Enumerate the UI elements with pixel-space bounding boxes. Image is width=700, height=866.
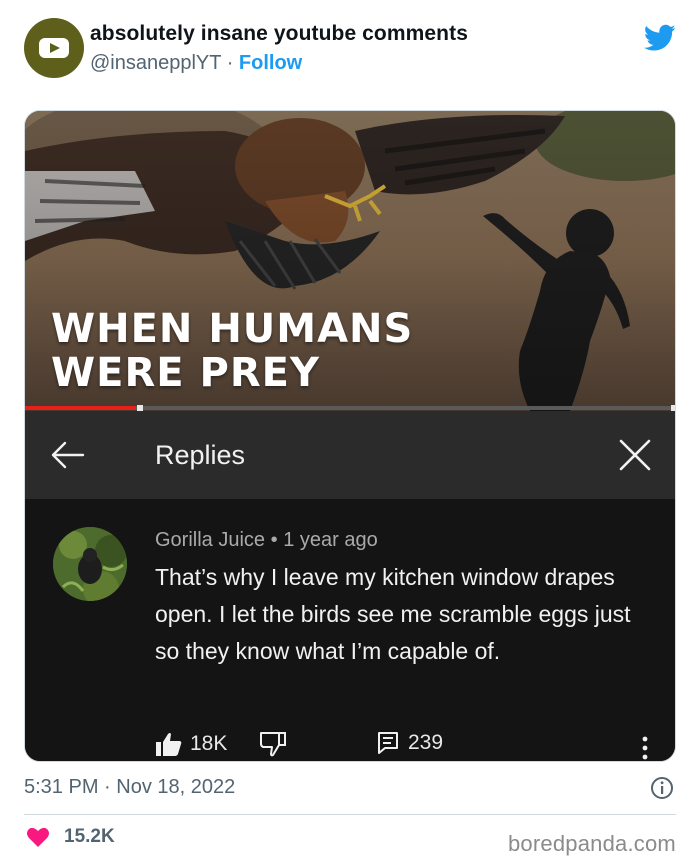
close-icon[interactable] — [617, 437, 653, 473]
more-vert-icon[interactable] — [642, 735, 648, 761]
tweet-timestamp[interactable]: 5:31 PM · Nov 18, 2022 — [24, 776, 235, 799]
like-button[interactable]: 18K — [155, 731, 227, 757]
watermark: boredpanda.com — [508, 831, 676, 856]
replies-header: Replies — [25, 411, 675, 499]
video-title: WHEN HUMANS WERE PREY — [51, 306, 414, 396]
media-card[interactable]: WHEN HUMANS WERE PREY Replies Gorilla Ju… — [24, 110, 676, 762]
twitter-bird-icon[interactable] — [644, 24, 676, 52]
handle[interactable]: @insanepplYT — [90, 52, 221, 74]
reply-count: 239 — [408, 731, 444, 754]
comment-age: 1 year ago — [283, 529, 378, 551]
handle-line: @insanepplYT · Follow — [90, 52, 468, 75]
comment: Gorilla Juice • 1 year ago That’s why I … — [25, 499, 675, 761]
reply-button[interactable]: 239 — [377, 731, 443, 755]
video-progress-fill — [25, 406, 136, 410]
video-thumbnail[interactable]: WHEN HUMANS WERE PREY — [25, 111, 675, 411]
comment-text: That’s why I leave my kitchen window dra… — [155, 564, 631, 664]
profile-avatar[interactable] — [24, 18, 84, 78]
comment-actions: 18K 239 — [155, 731, 655, 761]
commenter-avatar[interactable] — [53, 527, 127, 601]
dislike-button[interactable] — [259, 731, 287, 757]
reply-icon — [378, 732, 398, 754]
video-progress-bar[interactable] — [25, 405, 675, 411]
comment-meta: Gorilla Juice • 1 year ago — [155, 529, 378, 552]
divider — [24, 814, 676, 815]
info-icon[interactable] — [650, 776, 674, 800]
back-arrow-icon[interactable] — [49, 439, 85, 471]
follow-button[interactable]: Follow — [239, 52, 302, 74]
youtube-play-icon — [39, 38, 69, 58]
thumbs-up-icon — [156, 733, 182, 756]
tweet-header: absolutely insane youtube comments @insa… — [24, 18, 676, 82]
like-action[interactable]: 15.2K — [26, 826, 115, 848]
gorilla-avatar-image — [53, 527, 127, 601]
meta-bullet: • — [270, 529, 278, 551]
thumbs-down-icon — [260, 732, 286, 757]
comment-author[interactable]: Gorilla Juice — [155, 529, 265, 551]
author-names: absolutely insane youtube comments @insa… — [90, 22, 468, 75]
separator: · — [226, 52, 234, 74]
like-count: 15.2K — [64, 826, 115, 847]
replies-title: Replies — [155, 440, 246, 470]
heart-icon[interactable] — [26, 826, 50, 848]
display-name[interactable]: absolutely insane youtube comments — [90, 22, 468, 46]
like-count: 18K — [190, 732, 228, 755]
